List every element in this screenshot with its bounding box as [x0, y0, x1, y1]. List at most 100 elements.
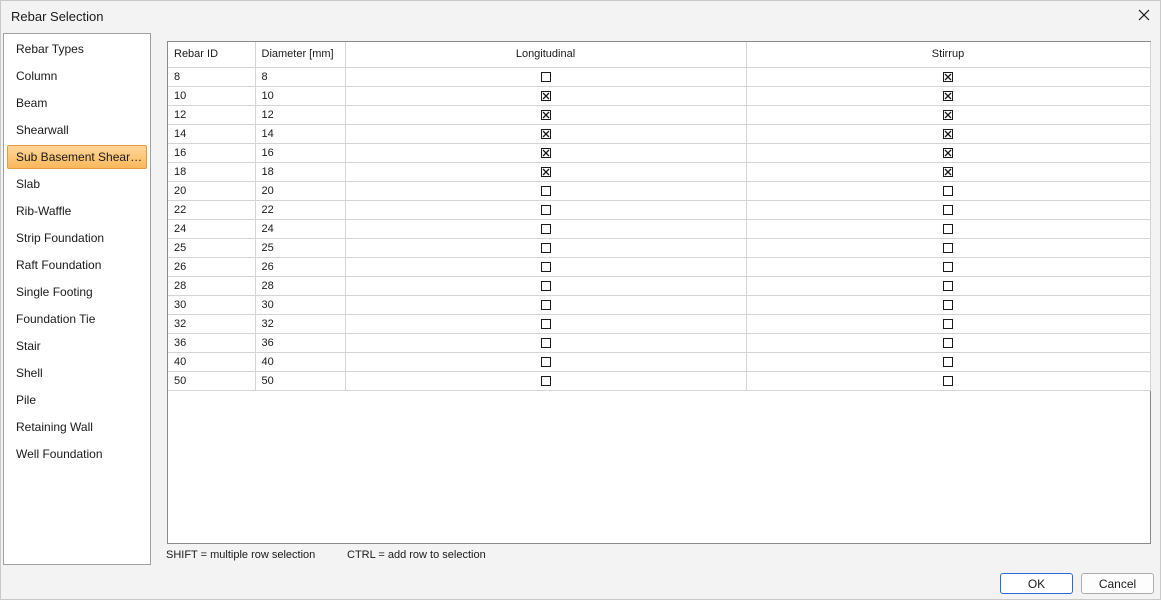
- rebar-id-cell: 14: [168, 124, 256, 144]
- longitudinal-checkbox[interactable]: [540, 128, 551, 139]
- table-row[interactable]: 88: [168, 67, 1151, 87]
- longitudinal-checkbox[interactable]: [540, 261, 551, 272]
- table-row[interactable]: 12 12: [168, 105, 1151, 125]
- stirrup-checkbox[interactable]: [943, 128, 953, 139]
- longitudinal-cell: [345, 67, 747, 87]
- sidebar-item-sub-basement-shearw[interactable]: Sub Basement Shearw...: [7, 145, 147, 169]
- table-row[interactable]: 20 20: [168, 181, 1151, 201]
- rebar-id-cell: 26: [168, 257, 256, 277]
- column-header-longitudinal[interactable]: Longitudinal: [345, 42, 747, 68]
- longitudinal-checkbox[interactable]: [540, 223, 551, 234]
- table-row[interactable]: 16 16: [168, 143, 1151, 163]
- stirrup-checkbox[interactable]: [943, 280, 953, 291]
- longitudinal-cell: [345, 352, 747, 372]
- sidebar-item-shell[interactable]: Shell: [7, 361, 147, 385]
- shift-hint: SHIFT = multiple row selection: [166, 549, 316, 561]
- stirrup-checkbox[interactable]: [943, 204, 953, 215]
- sidebar-item-column[interactable]: Column: [7, 64, 147, 88]
- sidebar-item-rib-waffle[interactable]: Rib-Waffle: [7, 199, 147, 223]
- longitudinal-checkbox[interactable]: [540, 356, 551, 367]
- close-button[interactable]: [1128, 1, 1160, 32]
- longitudinal-checkbox[interactable]: [540, 90, 551, 101]
- longitudinal-cell: [345, 219, 747, 239]
- sidebar-item-beam[interactable]: Beam: [7, 91, 147, 115]
- longitudinal-checkbox[interactable]: [540, 204, 551, 215]
- longitudinal-checkbox[interactable]: [540, 375, 551, 386]
- longitudinal-checkbox[interactable]: [540, 166, 551, 177]
- sidebar-item-raft-foundation[interactable]: Raft Foundation: [7, 253, 147, 277]
- table-row[interactable]: 30 30: [168, 295, 1151, 315]
- stirrup-checkbox[interactable]: [943, 337, 953, 348]
- ok-button[interactable]: OK: [1000, 573, 1073, 594]
- stirrup-checkbox[interactable]: [943, 223, 953, 234]
- stirrup-cell: [746, 219, 1151, 239]
- rebar-id-cell: 10: [168, 86, 256, 106]
- sidebar-item-pile[interactable]: Pile: [7, 388, 147, 412]
- longitudinal-checkbox[interactable]: [540, 185, 551, 196]
- table-row[interactable]: 24 24: [168, 219, 1151, 239]
- table-row[interactable]: 32 32: [168, 314, 1151, 334]
- column-header-rebar-id[interactable]: Rebar ID: [168, 42, 256, 68]
- diameter-cell: 20: [255, 181, 346, 201]
- stirrup-checkbox[interactable]: [943, 90, 953, 101]
- sidebar-item-shearwall[interactable]: Shearwall: [7, 118, 147, 142]
- sidebar-item-retaining-wall[interactable]: Retaining Wall: [7, 415, 147, 439]
- column-header-stirrup[interactable]: Stirrup: [746, 42, 1151, 68]
- table-row[interactable]: 10 10: [168, 86, 1151, 106]
- longitudinal-checkbox[interactable]: [540, 280, 551, 291]
- sidebar-item-slab[interactable]: Slab: [7, 172, 147, 196]
- stirrup-cell: [746, 276, 1151, 296]
- longitudinal-checkbox[interactable]: [540, 242, 551, 253]
- diameter-cell: 22: [255, 200, 346, 220]
- diameter-cell: 28: [255, 276, 346, 296]
- stirrup-checkbox[interactable]: [943, 356, 953, 367]
- longitudinal-checkbox[interactable]: [540, 109, 551, 120]
- table-row[interactable]: 14 14: [168, 124, 1151, 144]
- sidebar-item-single-footing[interactable]: Single Footing: [7, 280, 147, 304]
- stirrup-checkbox[interactable]: [943, 242, 953, 253]
- table-row[interactable]: 50 50: [168, 371, 1151, 391]
- stirrup-checkbox[interactable]: [943, 318, 953, 329]
- stirrup-checkbox[interactable]: [943, 166, 953, 177]
- sidebar-item-strip-foundation[interactable]: Strip Foundation: [7, 226, 147, 250]
- stirrup-checkbox[interactable]: [943, 375, 953, 386]
- rebar-id-cell: 24: [168, 219, 256, 239]
- stirrup-checkbox[interactable]: [943, 109, 953, 120]
- table-header-row: Rebar ID Diameter [mm] Longitudinal Stir…: [168, 42, 1151, 68]
- stirrup-checkbox[interactable]: [943, 71, 953, 82]
- longitudinal-checkbox[interactable]: [540, 337, 551, 348]
- column-header-diameter[interactable]: Diameter [mm]: [255, 42, 346, 68]
- stirrup-cell: [746, 105, 1151, 125]
- longitudinal-checkbox[interactable]: [540, 318, 551, 329]
- ctrl-hint: CTRL = add row to selection: [347, 549, 486, 561]
- table-row[interactable]: 26 26: [168, 257, 1151, 277]
- rebar-selection-dialog: Rebar Selection Rebar Types Column Beam She…: [0, 0, 1161, 600]
- longitudinal-checkbox[interactable]: [540, 71, 551, 82]
- stirrup-checkbox[interactable]: [943, 299, 953, 310]
- cancel-button[interactable]: Cancel: [1081, 573, 1154, 594]
- sidebar-item-foundation-tie[interactable]: Foundation Tie: [7, 307, 147, 331]
- rebar-id-cell: 20: [168, 181, 256, 201]
- table-row[interactable]: 28 28: [168, 276, 1151, 296]
- close-icon: [1138, 9, 1150, 24]
- table-row[interactable]: 18 18: [168, 162, 1151, 182]
- rebar-id-cell: 32: [168, 314, 256, 334]
- longitudinal-checkbox[interactable]: [540, 147, 551, 158]
- table-row[interactable]: 40 40: [168, 352, 1151, 372]
- stirrup-checkbox[interactable]: [943, 185, 953, 196]
- table-row[interactable]: 36 36: [168, 333, 1151, 353]
- sidebar-item-rebar-types[interactable]: Rebar Types: [7, 37, 147, 61]
- sidebar-item-well-foundation[interactable]: Well Foundation: [7, 442, 147, 466]
- table-row[interactable]: 25 25: [168, 238, 1151, 258]
- sidebar-item-stair[interactable]: Stair: [7, 334, 147, 358]
- stirrup-checkbox[interactable]: [943, 147, 953, 158]
- rebar-id-cell: 28: [168, 276, 256, 296]
- rebar-id-cell: 25: [168, 238, 256, 258]
- longitudinal-checkbox[interactable]: [540, 299, 551, 310]
- rebar-id-cell: 8: [168, 67, 256, 87]
- table-row[interactable]: 22 22: [168, 200, 1151, 220]
- longitudinal-cell: [345, 238, 747, 258]
- longitudinal-cell: [345, 200, 747, 220]
- stirrup-checkbox[interactable]: [943, 261, 953, 272]
- longitudinal-cell: [345, 371, 747, 391]
